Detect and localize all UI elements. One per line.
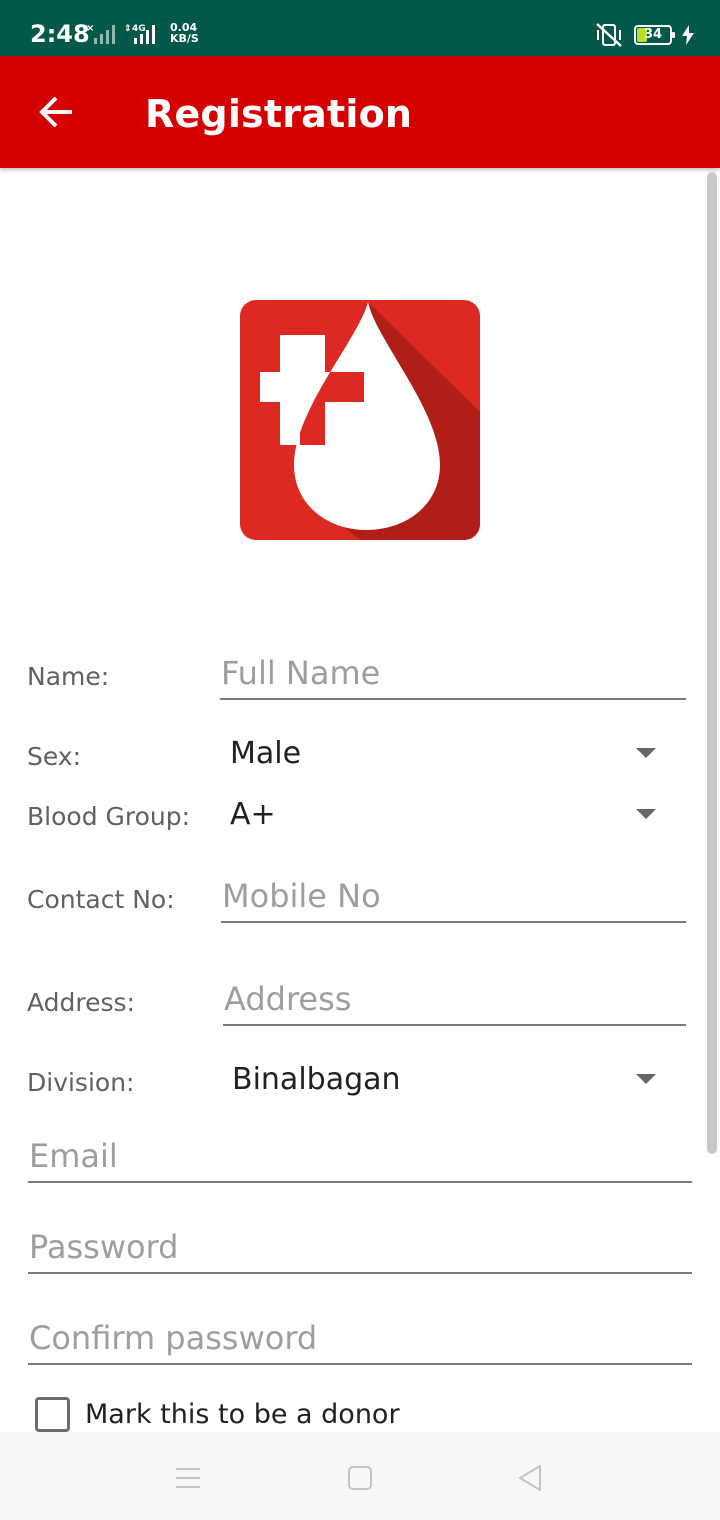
sex-dropdown[interactable]: Male [230,736,301,771]
password-underline [28,1272,692,1274]
division-label: Division: [27,1068,135,1097]
page-title: Registration [145,92,413,136]
address-input[interactable]: Address [224,980,351,1018]
division-dropdown-arrow-icon[interactable] [636,1074,656,1084]
svg-text:×: × [86,23,94,34]
blood-drop-logo-icon [240,300,480,540]
confirm-password-input[interactable]: Confirm password [29,1319,317,1357]
full-name-underline [220,698,686,700]
app-bar: Registration [0,56,720,168]
blood-group-dropdown-arrow-icon[interactable] [636,809,656,819]
sex-dropdown-arrow-icon[interactable] [636,748,656,758]
name-label: Name: [27,662,110,691]
svg-text:⇕: ⇕ [124,24,132,34]
contact-label: Contact No: [27,885,175,914]
password-input[interactable]: Password [29,1228,178,1266]
menu-icon[interactable] [170,1460,206,1496]
sex-label: Sex: [27,742,82,771]
division-dropdown[interactable]: Binalbagan [232,1062,401,1097]
back-triangle-icon[interactable] [512,1460,548,1496]
mobile-no-input[interactable]: Mobile No [222,877,381,915]
status-bar: 2:48 × ⇕ 4G 0.04 KB/S 34 [0,0,720,56]
back-arrow-icon[interactable] [30,90,80,134]
battery-icon: 34 [634,25,675,45]
mobile-no-underline [221,921,686,923]
confirm-password-underline [28,1363,692,1365]
sim2-signal-icon: ⇕ 4G [124,24,155,44]
address-label: Address: [27,988,135,1017]
sim1-signal-icon: × [86,23,115,44]
charging-bolt-icon [682,25,694,45]
network-speed: 0.04 KB/S [170,21,199,45]
status-right: 34 [594,22,694,48]
address-underline [223,1024,686,1026]
system-nav-bar [0,1432,720,1520]
status-time: 2:48 [30,20,90,48]
vibrate-mute-icon [596,23,622,47]
donor-checkbox[interactable] [35,1397,70,1432]
scrollbar[interactable] [707,172,717,1154]
home-square-icon[interactable] [342,1460,378,1496]
full-name-input[interactable]: Full Name [221,654,380,692]
blood-group-dropdown[interactable]: A+ [230,797,276,832]
donor-checkbox-label[interactable]: Mark this to be a donor [85,1399,400,1430]
email-input[interactable]: Email [29,1137,118,1175]
email-underline [28,1181,692,1183]
blood-group-label: Blood Group: [27,802,191,831]
svg-text:4G: 4G [132,24,146,34]
